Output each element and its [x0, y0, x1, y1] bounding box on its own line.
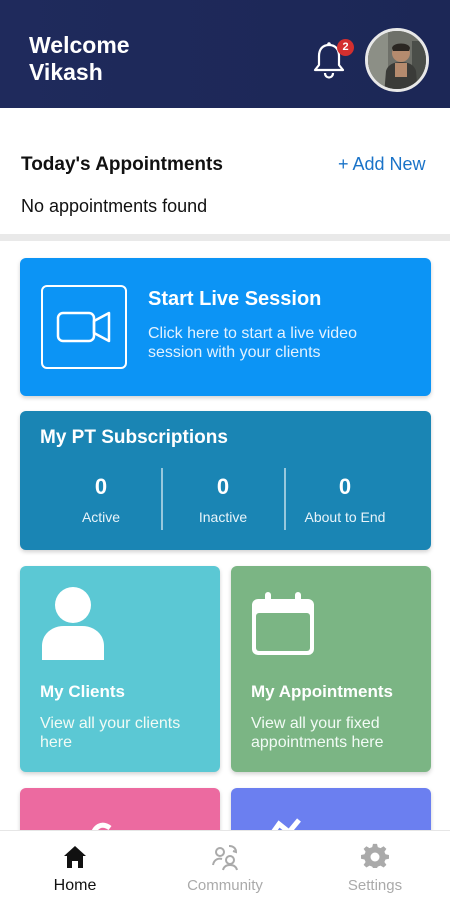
nav-community[interactable]: Community	[150, 831, 300, 900]
home-icon	[64, 846, 86, 868]
user-icon	[42, 587, 104, 660]
welcome-greeting: Welcome	[29, 32, 130, 58]
section-divider	[0, 234, 450, 241]
stat-label: Active	[81, 509, 121, 525]
my-clients-tile[interactable]: My Clients View all your clients here	[20, 566, 220, 772]
pt-subscriptions-title: My PT Subscriptions	[40, 427, 228, 448]
nav-label: Home	[53, 877, 97, 894]
stat-value: 0	[338, 474, 352, 499]
community-icon	[212, 845, 238, 871]
empty-state-text: No appointments found	[21, 196, 208, 216]
video-camera-icon-box	[41, 285, 127, 369]
start-live-session-card[interactable]: Start Live Session Click here to start a…	[20, 258, 431, 396]
live-session-title: Start Live Session	[148, 288, 322, 310]
tile-title: My Appointments	[251, 682, 393, 701]
stat-value: 0	[94, 474, 108, 499]
stat-label: Inactive	[198, 509, 248, 525]
live-session-description: Click here to start a live video session…	[148, 325, 357, 361]
avatar[interactable]	[365, 28, 429, 92]
video-camera-icon	[56, 311, 110, 342]
nav-label: Settings	[347, 877, 403, 894]
notification-badge: 2	[337, 39, 354, 56]
tile-description: View all your clients here	[40, 715, 181, 751]
profile-photo	[368, 31, 426, 89]
calendar-icon	[252, 592, 314, 655]
welcome-text: Welcome Vikash	[29, 32, 229, 86]
nav-settings[interactable]: Settings	[300, 831, 450, 900]
todays-appointments-section: Today's Appointments + Add New No appoin…	[0, 108, 450, 234]
tile-description: View all your fixed appointments here	[251, 715, 384, 751]
nav-home[interactable]: Home	[0, 831, 150, 900]
stat-value: 0	[216, 474, 230, 499]
stat-active[interactable]: 0 Active	[40, 471, 162, 525]
tile-title: My Clients	[40, 682, 126, 701]
stat-label: About to End	[304, 509, 386, 525]
pt-subscriptions-card[interactable]: My PT Subscriptions 0 Active 0 Inactive …	[20, 411, 431, 550]
section-title: Today's Appointments	[21, 154, 223, 175]
welcome-username: Vikash	[29, 59, 103, 85]
add-new-button[interactable]: + Add New	[338, 154, 426, 175]
app-header: Welcome Vikash 2	[0, 0, 450, 108]
stat-about-to-end[interactable]: 0 About to End	[284, 471, 406, 525]
nav-label: Community	[187, 877, 263, 894]
stat-inactive[interactable]: 0 Inactive	[162, 471, 284, 525]
bottom-navigation: Home Community Settings	[0, 830, 450, 900]
gear-icon	[361, 843, 389, 869]
my-appointments-tile[interactable]: My Appointments View all your fixed appo…	[231, 566, 431, 772]
